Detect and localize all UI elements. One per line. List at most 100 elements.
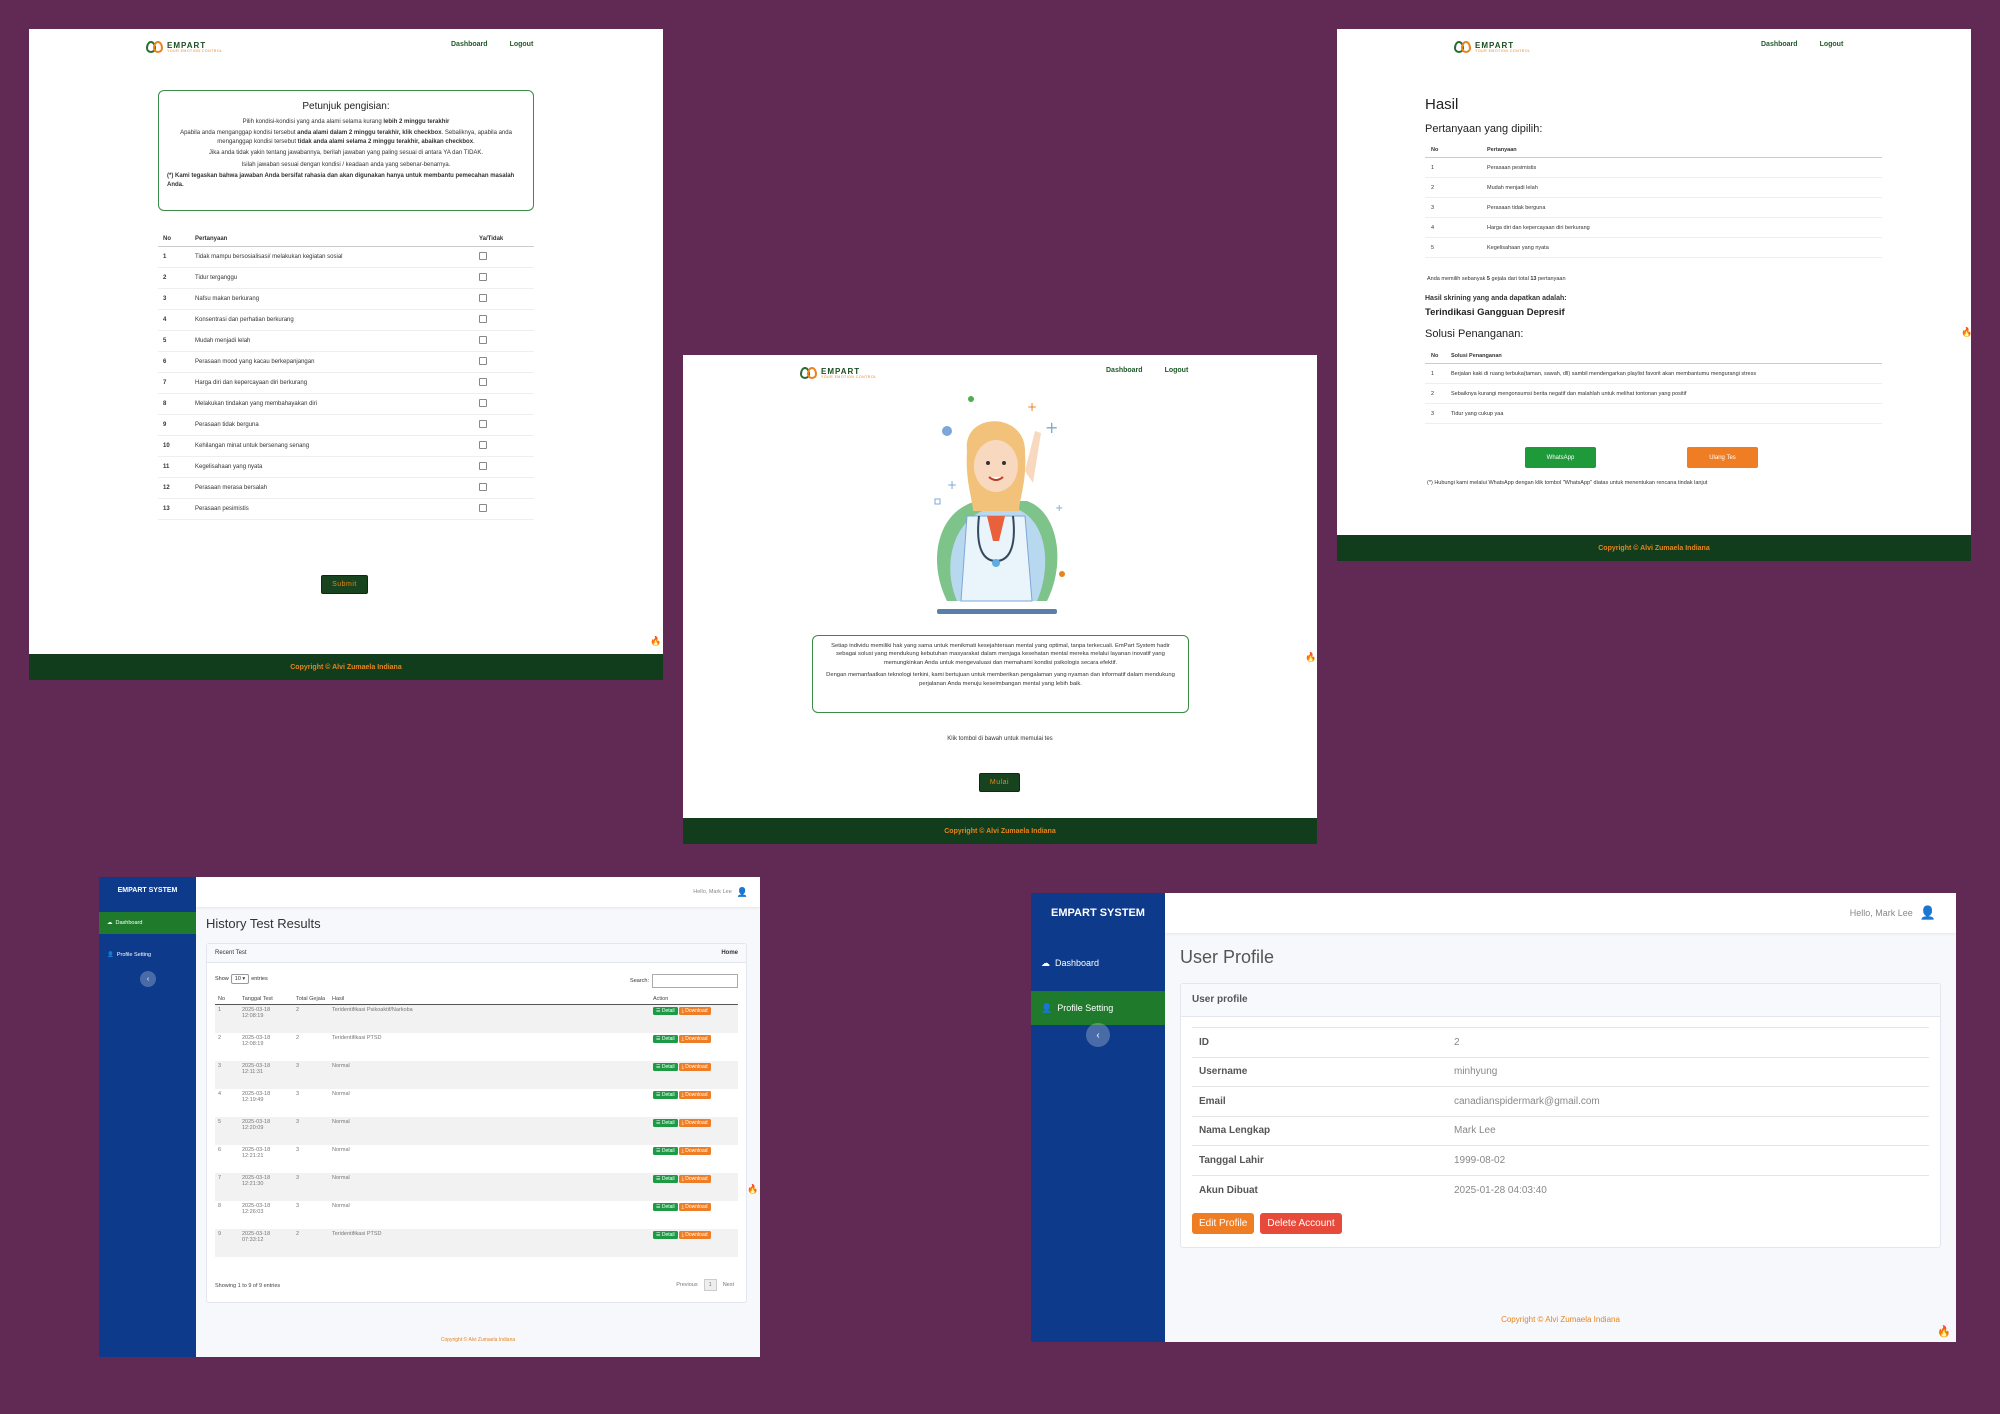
sidebar-item-profile[interactable]: 👤 Profile Setting bbox=[99, 944, 196, 966]
download-button[interactable]: ⤓ Download bbox=[678, 1090, 711, 1099]
nav-logout-link[interactable]: Logout bbox=[510, 41, 534, 48]
answer-checkbox[interactable] bbox=[479, 420, 487, 428]
delete-account-button[interactable]: Delete Account bbox=[1260, 1213, 1342, 1234]
answer-checkbox[interactable] bbox=[479, 504, 487, 512]
download-button[interactable]: ⤓ Download bbox=[678, 1230, 711, 1239]
page-button[interactable]: 1 bbox=[703, 1279, 717, 1291]
brand-logo[interactable]: EMPART YOUR EMOTION CONTROL bbox=[800, 365, 877, 383]
download-button[interactable]: ⤓ Download bbox=[678, 1034, 711, 1043]
answer-checkbox[interactable] bbox=[479, 294, 487, 302]
table-row: 9 2025-03-18 07:33:12 2 Teridentifikasi PTS… bbox=[215, 1228, 738, 1257]
followup-note: (*) Hubungi kami melalui WhatsApp dengan… bbox=[1427, 480, 1708, 486]
fire-icon: 🔥 bbox=[747, 1184, 759, 1194]
col-total[interactable]: Total Gejala bbox=[293, 994, 329, 1005]
col-result[interactable]: Hasil bbox=[329, 994, 650, 1005]
download-button[interactable]: ⤓ Download bbox=[678, 1174, 711, 1183]
answer-cell bbox=[474, 246, 534, 268]
question-no: 5 bbox=[158, 330, 190, 352]
next-page-button[interactable]: Next bbox=[723, 1282, 734, 1288]
home-link[interactable]: Home bbox=[721, 950, 738, 956]
sidebar-item-dashboard[interactable]: ☁ Dashboard bbox=[99, 912, 196, 934]
answer-cell bbox=[474, 435, 534, 457]
previous-page-button[interactable]: Previous bbox=[676, 1282, 697, 1288]
answer-checkbox[interactable] bbox=[479, 315, 487, 323]
topbar: Hello, Mark Lee 👤 bbox=[196, 877, 760, 907]
selected-row: 3 Perasaan tidak berguna bbox=[1425, 197, 1882, 218]
whatsapp-button[interactable]: WhatsApp bbox=[1525, 447, 1596, 468]
submit-button[interactable]: Submit bbox=[321, 575, 368, 594]
download-button[interactable]: ⤓ Download bbox=[678, 1146, 711, 1155]
detail-button[interactable]: ☰ Detail bbox=[653, 1118, 678, 1127]
field-label: Username bbox=[1192, 1056, 1447, 1087]
nav-dashboard-link[interactable]: Dashboard bbox=[1106, 367, 1143, 374]
row-total: 3 bbox=[293, 1060, 329, 1089]
footer: Copyright © Alvi Zumaela Indiana bbox=[683, 818, 1317, 844]
download-button[interactable]: ⤓ Download bbox=[678, 1202, 711, 1211]
row-result: Normal bbox=[329, 1172, 650, 1201]
download-button[interactable]: ⤓ Download bbox=[678, 1118, 711, 1127]
entries-select[interactable]: 10 ▾ bbox=[230, 974, 250, 984]
selected-row: 1 Perasaan pesimistis bbox=[1425, 157, 1882, 178]
answer-checkbox[interactable] bbox=[479, 462, 487, 470]
profile-page: EMPART SYSTEM ☁ Dashboard 👤 Profile Settin… bbox=[1031, 893, 1956, 1342]
download-button[interactable]: ⤓ Download bbox=[678, 1062, 711, 1071]
profile-row: Email canadianspidermark@gmail.com bbox=[1192, 1086, 1929, 1116]
answer-checkbox[interactable] bbox=[479, 399, 487, 407]
nav-dashboard-link[interactable]: Dashboard bbox=[451, 41, 488, 48]
answer-checkbox[interactable] bbox=[479, 252, 487, 260]
start-button[interactable]: Mulai bbox=[979, 773, 1020, 792]
answer-cell bbox=[474, 498, 534, 520]
sidebar-toggle-button[interactable]: ‹ bbox=[140, 971, 156, 987]
col-no[interactable]: No bbox=[215, 994, 239, 1005]
nav-logout-link[interactable]: Logout bbox=[1820, 41, 1844, 48]
detail-button[interactable]: ☰ Detail bbox=[653, 1062, 678, 1071]
copyright: Copyright © Alvi Zumaela Indiana bbox=[1501, 1315, 1620, 1324]
detail-button[interactable]: ☰ Detail bbox=[653, 1090, 678, 1099]
detail-button[interactable]: ☰ Detail bbox=[653, 1034, 678, 1043]
field-label: Akun Dibuat bbox=[1192, 1174, 1447, 1205]
answer-checkbox[interactable] bbox=[479, 336, 487, 344]
brand-logo[interactable]: EMPART YOUR EMOTION CONTROL bbox=[146, 39, 223, 57]
row-total: 3 bbox=[293, 1172, 329, 1201]
col-date[interactable]: Tanggal Test bbox=[239, 994, 293, 1005]
answer-checkbox[interactable] bbox=[479, 273, 487, 281]
pagination: Previous 1 Next bbox=[676, 1279, 734, 1291]
download-button[interactable]: ⤓ Download bbox=[678, 1007, 711, 1015]
greeting[interactable]: Hello, Mark Lee bbox=[693, 889, 732, 895]
instructions-box: Petunjuk pengisian: Pilih kondisi-kondis… bbox=[158, 90, 534, 211]
table-row: 6 2025-03-18 12:21:21 3 Normal ☰ Detail ⤓ Dow… bbox=[215, 1145, 738, 1173]
row-no: 2 bbox=[218, 1034, 222, 1041]
greeting[interactable]: Hello, Mark Lee bbox=[1850, 908, 1913, 918]
answer-checkbox[interactable] bbox=[479, 441, 487, 449]
brand-logo[interactable]: EMPART YOUR EMOTION CONTROL bbox=[1454, 39, 1531, 57]
answer-checkbox[interactable] bbox=[479, 378, 487, 386]
detail-button[interactable]: ☰ Detail bbox=[653, 1230, 678, 1239]
detail-button[interactable]: ☰ Detail bbox=[653, 1146, 678, 1155]
detail-button[interactable]: ☰ Detail bbox=[653, 1007, 678, 1015]
detail-button[interactable]: ☰ Detail bbox=[653, 1202, 678, 1211]
brand-tagline: YOUR EMOTION CONTROL bbox=[821, 375, 877, 380]
user-avatar-icon[interactable]: 👤 bbox=[1920, 905, 1936, 921]
row-no: 8 bbox=[218, 1202, 222, 1209]
nav-dashboard-link[interactable]: Dashboard bbox=[1761, 41, 1798, 48]
search-input[interactable] bbox=[652, 974, 738, 988]
detail-button[interactable]: ☰ Detail bbox=[653, 1174, 678, 1183]
answer-cell bbox=[474, 456, 534, 478]
sidebar-item-profile[interactable]: 👤 Profile Setting bbox=[1031, 991, 1165, 1025]
sidebar-toggle-button[interactable]: ‹ bbox=[1086, 1023, 1110, 1047]
answer-checkbox[interactable] bbox=[479, 483, 487, 491]
solution-row: 1 Berjalan kaki di ruang terbuka(taman, s… bbox=[1425, 363, 1882, 384]
answer-checkbox[interactable] bbox=[479, 357, 487, 365]
row-result: Normal bbox=[332, 1090, 350, 1097]
question-text: Kehilangan minat untuk bersenang senang bbox=[190, 435, 474, 457]
row-actions: ☰ Detail ⤓ Download bbox=[650, 1228, 738, 1257]
footer: Copyright © Alvi Zumaela Indiana bbox=[29, 654, 663, 680]
col-solution: Solusi Penanganan bbox=[1445, 349, 1882, 364]
length-control: Show 10 ▾ entries bbox=[215, 974, 268, 984]
sidebar-item-dashboard[interactable]: ☁ Dashboard bbox=[1031, 947, 1165, 979]
edit-profile-button[interactable]: Edit Profile bbox=[1192, 1213, 1255, 1234]
retest-button[interactable]: Ulang Tes bbox=[1687, 447, 1758, 468]
user-avatar-icon[interactable]: 👤 bbox=[737, 887, 748, 898]
row-date: 2025-03-18 12:20:09 bbox=[239, 1116, 293, 1145]
nav-logout-link[interactable]: Logout bbox=[1165, 367, 1189, 374]
